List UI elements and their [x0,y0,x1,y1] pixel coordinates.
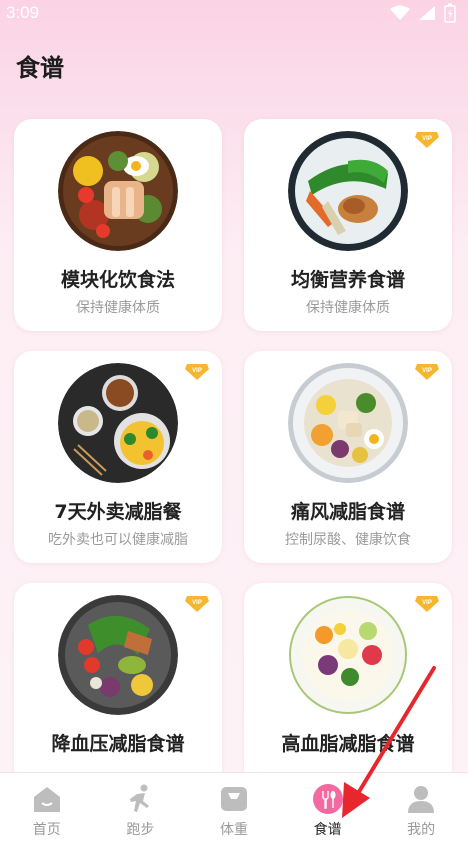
recipe-subtitle: 保持健康体质 [306,300,390,316]
recipe-image-takeout-7days [58,363,178,483]
recipe-title: 降血压减脂食谱 [51,733,185,755]
status-bar: 3:09 [0,0,468,26]
recipe-card-blood-pressure[interactable]: VIP 降血压减脂食谱 [14,583,222,795]
nav-item-weight[interactable]: 体重 [187,773,281,843]
nav-label: 我的 [407,822,436,838]
nav-item-running[interactable]: 跑步 [94,773,188,843]
nav-label: 跑步 [126,822,155,838]
bottom-nav: 首页 跑步 体重 食谱 我的 [0,772,468,843]
recipe-image-gout-diet [288,363,408,483]
recipe-title: 7天外卖减脂餐 [54,501,182,523]
svg-text:VIP: VIP [192,368,202,374]
running-icon [124,783,156,815]
recipe-title: 痛风减脂食谱 [290,501,405,523]
vip-badge-icon: VIP [185,596,209,612]
recipe-title: 模块化饮食法 [60,269,175,291]
svg-text:VIP: VIP [422,368,432,374]
page-title: 食谱 [16,54,64,82]
nav-item-recipes[interactable]: 食谱 [281,773,375,843]
nav-item-profile[interactable]: 我的 [374,773,468,843]
svg-text:VIP: VIP [422,600,432,606]
nav-label: 首页 [32,822,61,838]
recipe-card-modular-diet[interactable]: 模块化饮食法 保持健康体质 [14,119,222,331]
wifi-icon [390,5,410,20]
recipe-card-gout-diet[interactable]: VIP 痛风减脂食谱 控制尿酸、健康饮食 [244,351,452,563]
recipe-image-blood-pressure [58,595,178,715]
vip-badge-icon: VIP [415,132,439,148]
nav-label: 食谱 [313,822,342,838]
signal-icon [419,6,435,20]
scale-icon [218,783,250,815]
vip-badge-icon: VIP [415,364,439,380]
vip-badge-icon: VIP [415,596,439,612]
recipe-subtitle: 吃外卖也可以健康减脂 [48,532,188,548]
recipe-image-modular-diet [58,131,178,251]
nav-label: 体重 [219,822,248,838]
recipe-card-hyperlipidemia[interactable]: VIP 高血脂减脂食谱 [244,583,452,795]
recipe-image-balanced-nutrition [288,131,408,251]
profile-icon [405,783,437,815]
svg-text:VIP: VIP [192,600,202,606]
svg-text:VIP: VIP [422,136,432,142]
battery-icon [444,3,456,23]
recipe-subtitle: 控制尿酸、健康饮食 [285,532,411,548]
status-icons [390,3,456,23]
fork-spoon-icon [312,783,344,815]
recipe-subtitle: 保持健康体质 [76,300,160,316]
status-time: 3:09 [6,3,40,22]
recipe-title: 均衡营养食谱 [290,269,405,291]
recipe-image-hyperlipidemia [289,596,407,714]
home-icon [31,783,63,815]
nav-item-home[interactable]: 首页 [0,773,94,843]
recipe-title: 高血脂减脂食谱 [281,733,415,755]
recipe-card-balanced-nutrition[interactable]: VIP 均衡营养食谱 保持健康体质 [244,119,452,331]
vip-badge-icon: VIP [185,364,209,380]
recipe-card-takeout-7days[interactable]: VIP 7天外卖减脂餐 吃外卖也可以健康减脂 [14,351,222,563]
